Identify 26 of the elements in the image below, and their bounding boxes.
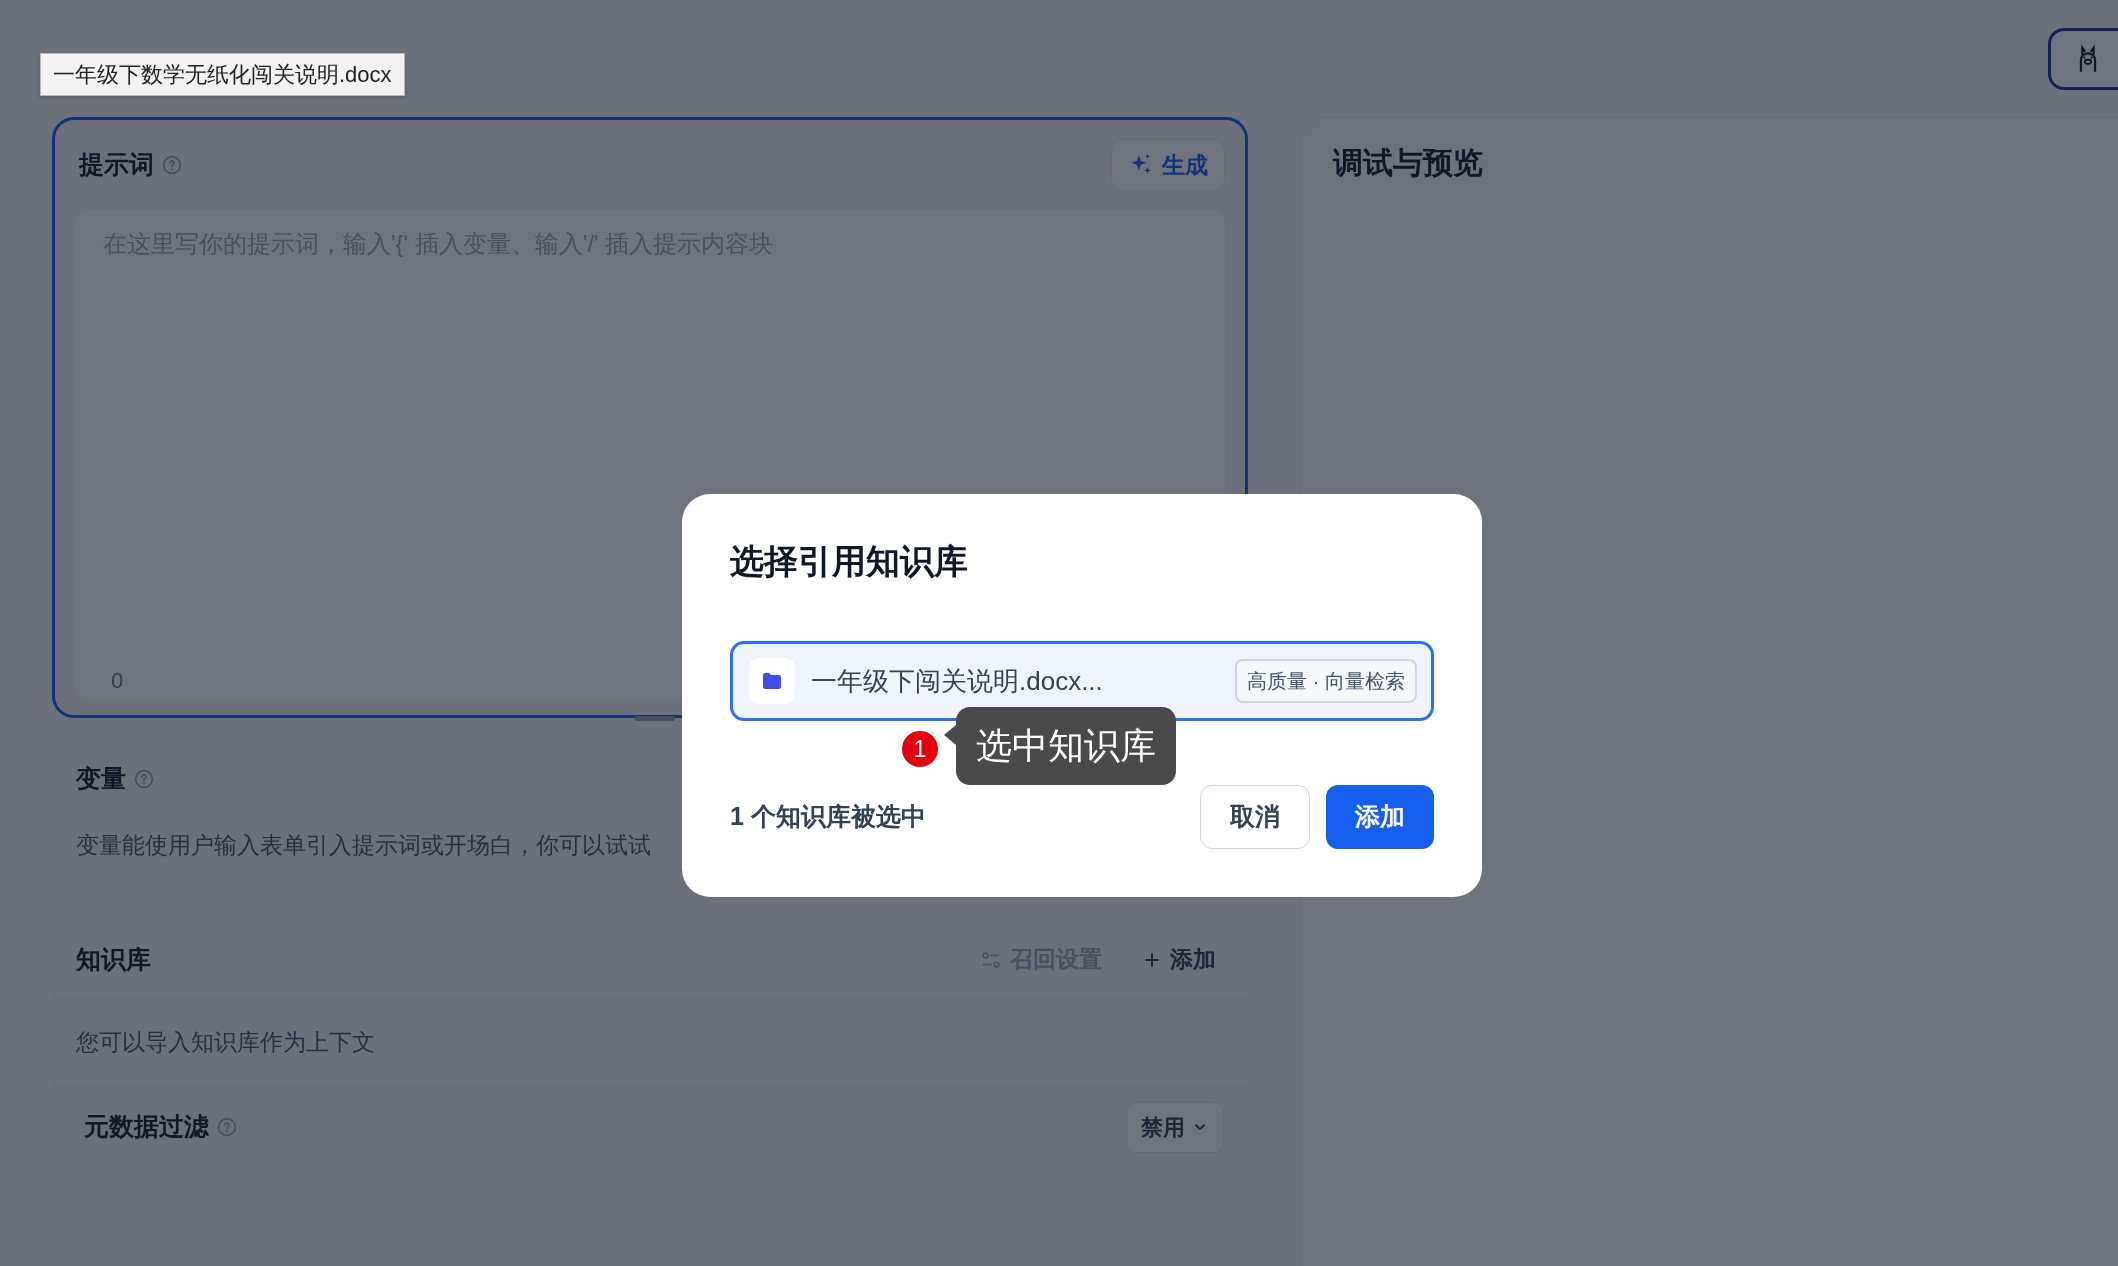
section-description: 变量能使用户输入表单引入提示词或开场白，你可以试试 [76, 830, 652, 860]
character-count: 0 [111, 668, 124, 693]
knowledge-base-item[interactable]: 一年级下闯关说明.docx... 高质量 · 向量检索 [730, 641, 1434, 721]
resize-handle[interactable] [635, 716, 675, 721]
callout-pointer [944, 725, 956, 745]
section-description: 您可以导入知识库作为上下文 [76, 1028, 375, 1058]
add-confirm-button[interactable]: 添加 [1326, 785, 1434, 849]
modal-title: 选择引用知识库 [730, 541, 969, 582]
add-button[interactable]: 添加 [1134, 938, 1224, 981]
cancel-button[interactable]: 取消 [1200, 785, 1310, 849]
file-name-tooltip: 一年级下数学无纸化闯关说明.docx [40, 53, 405, 96]
section-title: 变量 [76, 763, 126, 794]
section-title: 知识库 [76, 943, 151, 975]
section-title: 提示词 [79, 149, 154, 181]
step-number-badge: 1 [900, 729, 940, 769]
help-icon [134, 768, 154, 789]
help-icon [162, 155, 182, 175]
llama-avatar-button[interactable] [2048, 28, 2118, 90]
panel-title: 调试与预览 [1333, 145, 1484, 181]
filter-dropdown[interactable]: 禁用 [1126, 1101, 1224, 1153]
help-icon [217, 1117, 237, 1137]
knowledge-base-name: 一年级下闯关说明.docx... [811, 664, 1104, 698]
selection-count: 1 个知识库被选中 [730, 801, 926, 833]
generate-button[interactable]: 生成 [1111, 138, 1225, 192]
section-title: 元数据过滤 [84, 1111, 209, 1143]
retrieval-tag: 高质量 · 向量检索 [1235, 659, 1417, 703]
